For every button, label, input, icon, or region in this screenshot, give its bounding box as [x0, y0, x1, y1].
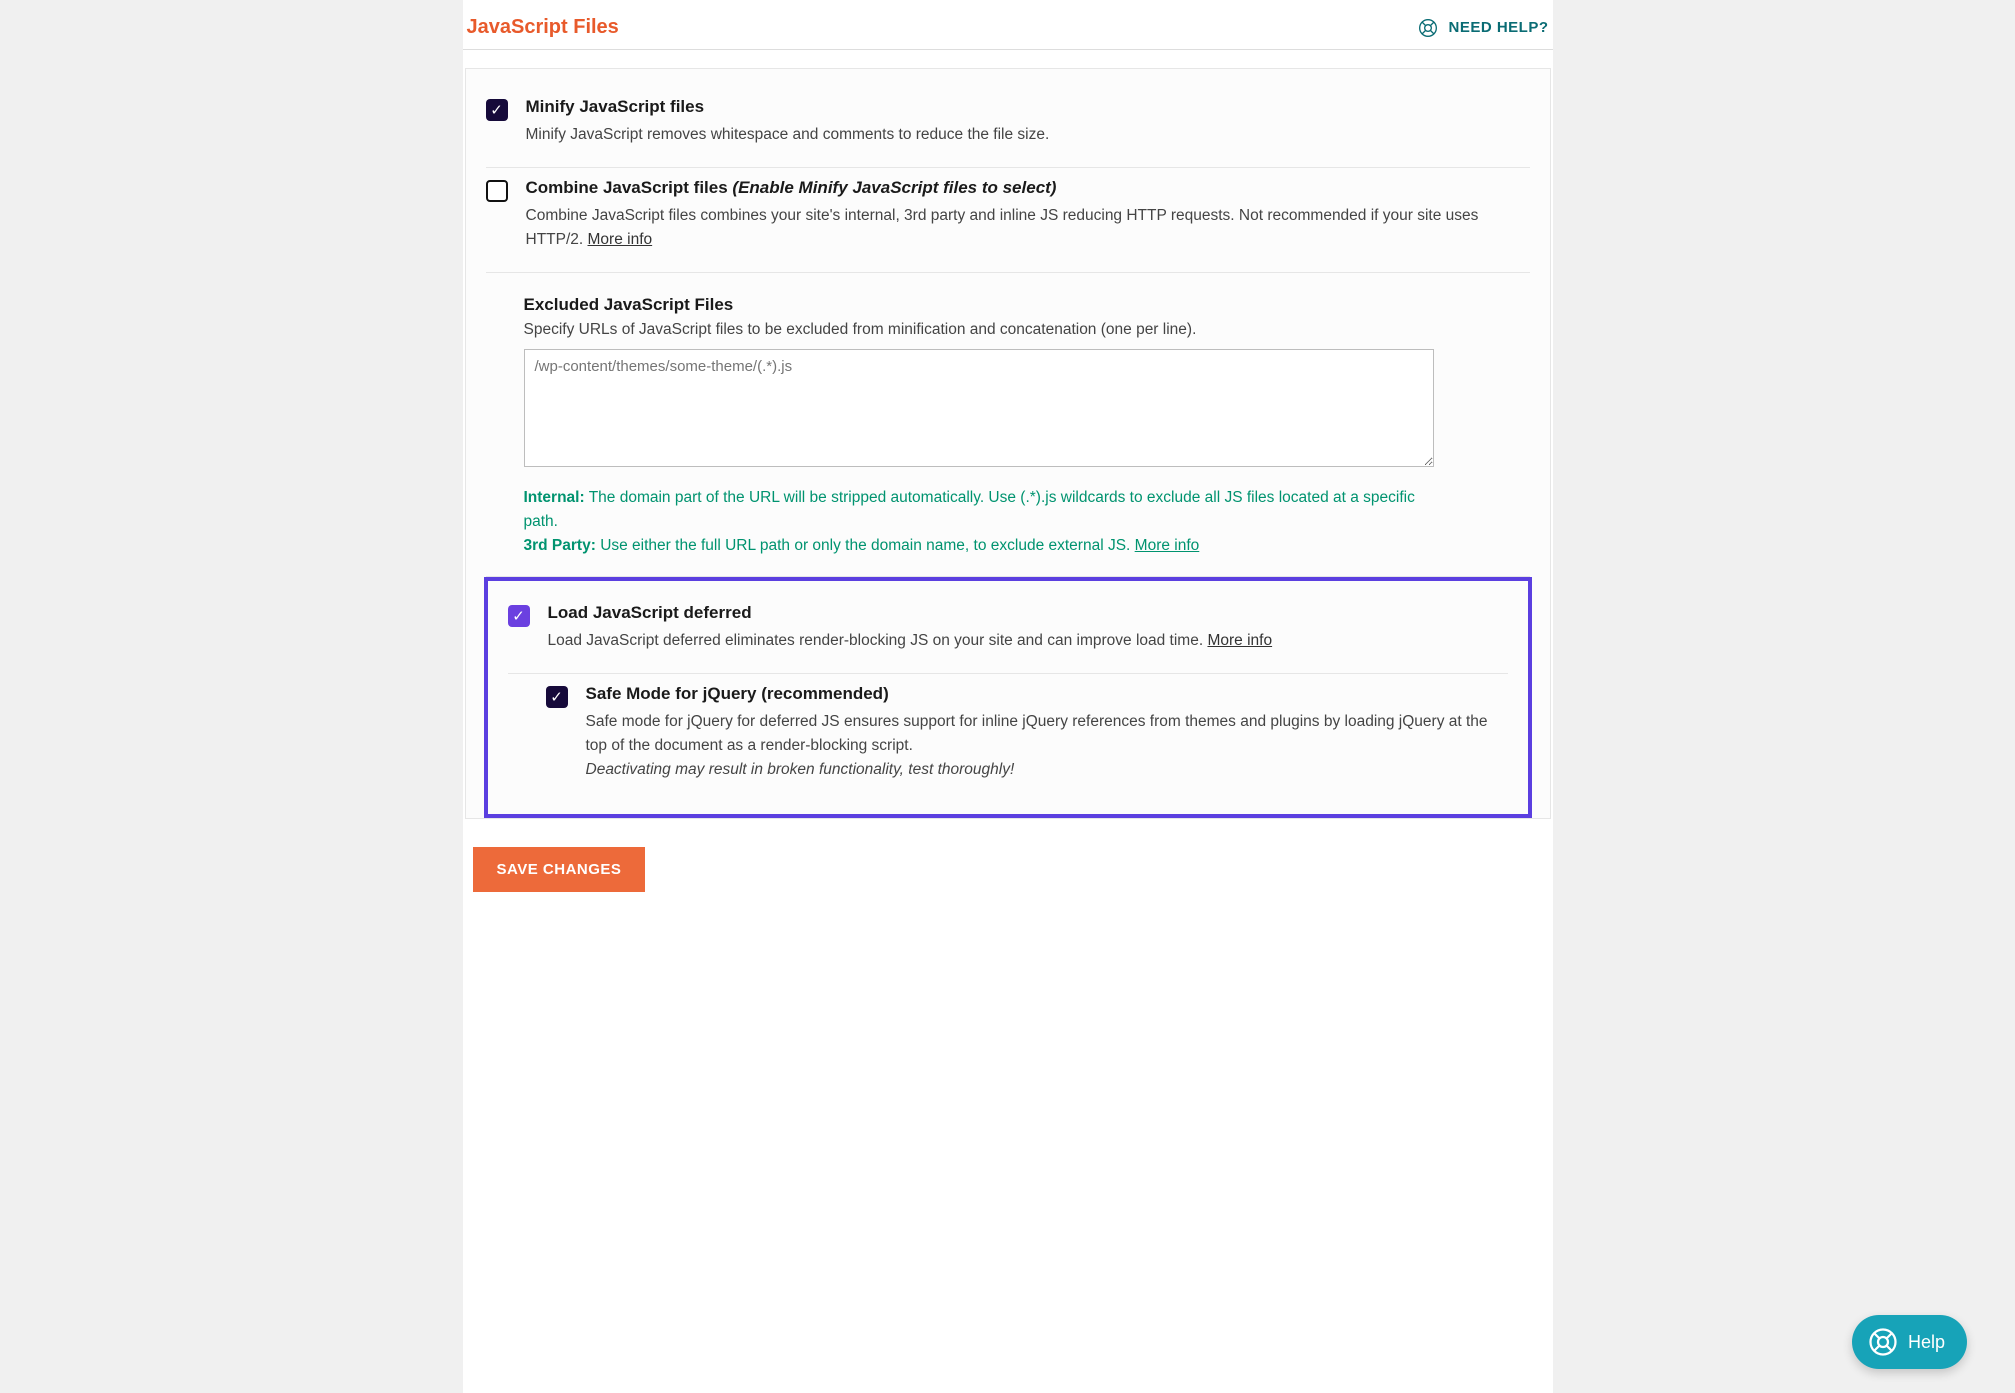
option-safemode-desc-text: Safe mode for jQuery for deferred JS ens… [586, 713, 1488, 754]
need-help-label: NEED HELP? [1448, 19, 1548, 36]
section-header: JavaScript Files NEED HELP? [463, 10, 1553, 50]
settings-page: JavaScript Files NEED HELP? ✓ Minify Jav… [463, 0, 1553, 1393]
hint-3p-text: Use either the full URL path or only the… [600, 537, 1130, 554]
option-safemode: ✓ Safe Mode for jQuery (recommended) Saf… [508, 674, 1508, 802]
hint-3rd-party: 3rd Party: Use either the full URL path … [524, 534, 1434, 558]
option-combine-body: Combine JavaScript files (Enable Minify … [526, 178, 1530, 252]
option-combine-title: Combine JavaScript files (Enable Minify … [526, 178, 1530, 198]
option-safemode-body: Safe Mode for jQuery (recommended) Safe … [586, 684, 1508, 782]
highlighted-group: ✓ Load JavaScript deferred Load JavaScri… [484, 577, 1532, 818]
option-safemode-title: Safe Mode for jQuery (recommended) [586, 684, 1508, 704]
option-combine-more-link[interactable]: More info [588, 231, 653, 248]
excluded-title: Excluded JavaScript Files [524, 295, 1530, 315]
option-defer-desc-text: Load JavaScript deferred eliminates rend… [548, 632, 1204, 649]
option-safemode-warn: Deactivating may result in broken functi… [586, 761, 1015, 778]
help-fab[interactable]: Help [1852, 1315, 1967, 1369]
hint-internal-label: Internal: [524, 489, 585, 506]
hint-internal-text: The domain part of the URL will be strip… [524, 489, 1415, 530]
option-minify-body: Minify JavaScript files Minify JavaScrip… [526, 97, 1530, 147]
option-defer: ✓ Load JavaScript deferred Load JavaScri… [508, 581, 1508, 674]
lifebuoy-icon [1418, 18, 1438, 38]
excluded-textarea[interactable] [524, 349, 1434, 467]
option-minify: ✓ Minify JavaScript files Minify JavaScr… [486, 87, 1530, 168]
option-combine-desc: Combine JavaScript files combines your s… [526, 204, 1530, 252]
help-fab-label: Help [1908, 1332, 1945, 1353]
lifebuoy-icon [1868, 1327, 1898, 1357]
excluded-block: Excluded JavaScript Files Specify URLs o… [486, 273, 1530, 577]
checkbox-safemode[interactable]: ✓ [546, 686, 568, 708]
need-help-link[interactable]: NEED HELP? [1418, 18, 1548, 38]
save-button[interactable]: SAVE CHANGES [473, 847, 646, 892]
option-minify-title: Minify JavaScript files [526, 97, 1530, 117]
hint-3p-more-link[interactable]: More info [1135, 537, 1200, 554]
checkbox-minify[interactable]: ✓ [486, 99, 508, 121]
option-safemode-desc: Safe mode for jQuery for deferred JS ens… [586, 710, 1508, 782]
option-defer-title: Load JavaScript deferred [548, 603, 1508, 623]
option-minify-desc: Minify JavaScript removes whitespace and… [526, 123, 1530, 147]
option-combine-hint: (Enable Minify JavaScript files to selec… [732, 178, 1056, 197]
hint-internal: Internal: The domain part of the URL wil… [524, 486, 1434, 534]
option-combine-desc-text: Combine JavaScript files combines your s… [526, 207, 1479, 248]
checkbox-combine[interactable] [486, 180, 508, 202]
option-combine-title-text: Combine JavaScript files [526, 178, 728, 197]
option-combine: Combine JavaScript files (Enable Minify … [486, 168, 1530, 273]
checkbox-defer[interactable]: ✓ [508, 605, 530, 627]
excluded-desc: Specify URLs of JavaScript files to be e… [524, 321, 1530, 339]
section-title: JavaScript Files [467, 16, 619, 39]
excluded-hints: Internal: The domain part of the URL wil… [524, 486, 1434, 558]
option-defer-body: Load JavaScript deferred Load JavaScript… [548, 603, 1508, 653]
hint-3p-label: 3rd Party: [524, 537, 596, 554]
options-panel: ✓ Minify JavaScript files Minify JavaScr… [465, 68, 1551, 819]
option-defer-desc: Load JavaScript deferred eliminates rend… [548, 629, 1508, 653]
option-defer-more-link[interactable]: More info [1207, 632, 1272, 649]
